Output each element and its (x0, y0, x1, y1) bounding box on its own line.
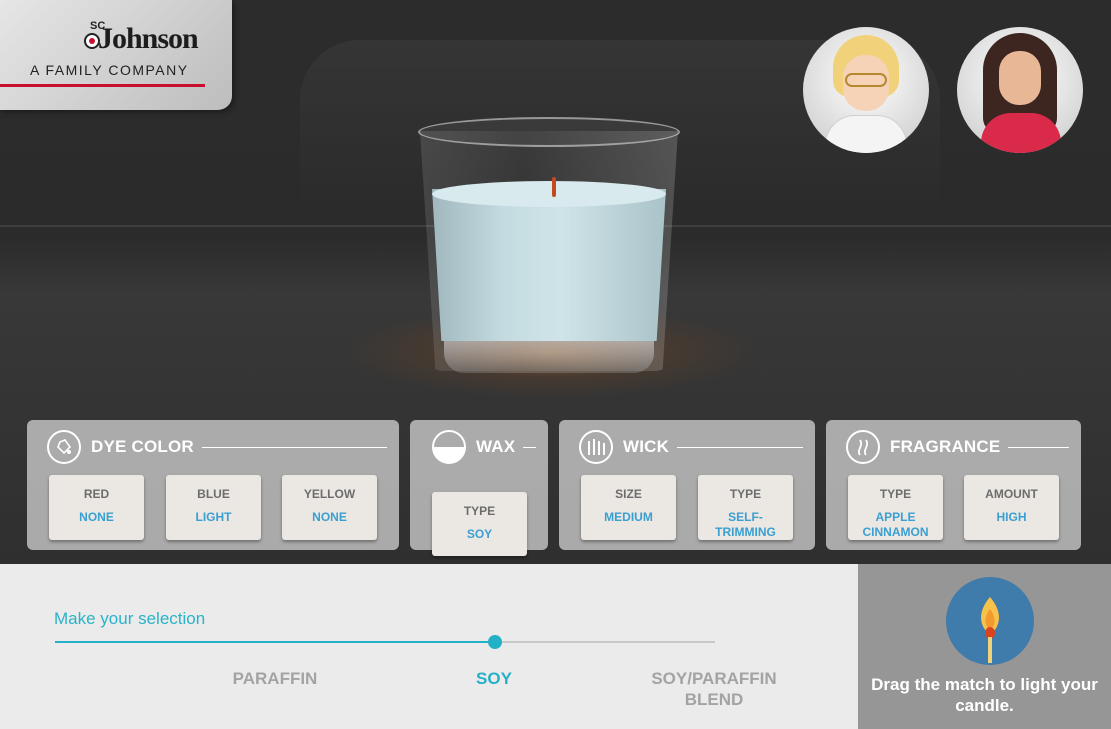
option-label: TYPE (729, 487, 762, 501)
logo-name: Johnson (98, 22, 199, 55)
match-panel: Drag the match to light your candle. (858, 564, 1111, 729)
host-avatar-icon[interactable] (957, 27, 1083, 153)
option-label: RED (83, 487, 110, 501)
option-value: MEDIUM (604, 510, 653, 524)
option-value: HIGH (996, 510, 1027, 524)
candle-wick (552, 177, 556, 197)
panel-divider (677, 446, 803, 448)
dye-yellow-option[interactable]: YELLOW NONE (282, 475, 377, 540)
panel-divider (1008, 446, 1069, 448)
panel-divider (523, 446, 536, 448)
wax-type-option[interactable]: TYPE SOY (432, 492, 527, 556)
candle-rim (418, 117, 680, 147)
option-value: SOY (466, 527, 493, 541)
wick-panel: WICK SIZE MEDIUM TYPE SELF-TRIMMING (559, 420, 815, 550)
option-value: LIGHT (195, 510, 232, 524)
logo-tagline: A FAMILY COMPANY (30, 62, 189, 78)
candle-base (444, 341, 654, 373)
fragrance-icon (846, 430, 880, 464)
fragrance-panel: FRAGRANCE TYPE APPLE CINNAMON AMOUNT HIG… (826, 420, 1081, 550)
wick-title: WICK (623, 437, 670, 456)
wax-panel: WAX TYPE SOY (410, 420, 548, 556)
dye-bottle-icon (47, 430, 81, 464)
candle-jar-icon (410, 105, 695, 385)
dye-blue-option[interactable]: BLUE LIGHT (166, 475, 261, 540)
option-label: TYPE (463, 504, 496, 518)
fragrance-amount-option[interactable]: AMOUNT HIGH (964, 475, 1059, 540)
logo-underline (0, 84, 205, 87)
option-label: YELLOW (303, 487, 356, 501)
candle-stage: SC Johnson A FAMILY COMPANY DYE COLOR RE… (0, 0, 1111, 564)
selection-prompt: Make your selection (54, 609, 206, 628)
wax-icon (432, 430, 466, 464)
wax-option-soy[interactable]: SOY (404, 668, 584, 689)
panel-divider (201, 446, 387, 448)
wax-title: WAX (476, 437, 516, 456)
match-instruction: Drag the match to light your candle. (871, 675, 1098, 715)
option-value: APPLE CINNAMON (862, 510, 929, 539)
wax-option-blend[interactable]: SOY/PARAFFIN BLEND (624, 668, 804, 710)
match-flame-icon[interactable] (946, 577, 1034, 665)
brand-logo: SC Johnson A FAMILY COMPANY (0, 0, 232, 110)
dye-color-panel: DYE COLOR RED NONE BLUE LIGHT YELLOW NON… (27, 420, 399, 550)
dye-color-title: DYE COLOR (91, 437, 194, 456)
wick-size-option[interactable]: SIZE MEDIUM (581, 475, 676, 540)
option-label: BLUE (197, 487, 230, 501)
option-label: TYPE (879, 487, 912, 501)
fragrance-title: FRAGRANCE (890, 437, 1001, 456)
candle-wax-top (432, 181, 666, 207)
wick-type-option[interactable]: TYPE SELF-TRIMMING (698, 475, 793, 540)
candle-wax (432, 189, 666, 341)
option-label: SIZE (615, 487, 642, 501)
dye-red-option[interactable]: RED NONE (49, 475, 144, 540)
option-label: AMOUNT (985, 487, 1038, 501)
option-value: NONE (312, 510, 347, 524)
wax-option-paraffin[interactable]: PARAFFIN (185, 668, 365, 689)
scientist-avatar-icon[interactable] (803, 27, 929, 153)
selection-panel: Make your selection PARAFFIN SOY SOY/PAR… (0, 564, 858, 729)
option-value: NONE (79, 510, 114, 524)
slider-fill (55, 641, 496, 643)
fragrance-type-option[interactable]: TYPE APPLE CINNAMON (848, 475, 943, 540)
wick-icon (579, 430, 613, 464)
slider-thumb[interactable] (488, 635, 503, 649)
option-value: SELF-TRIMMING (715, 510, 776, 539)
